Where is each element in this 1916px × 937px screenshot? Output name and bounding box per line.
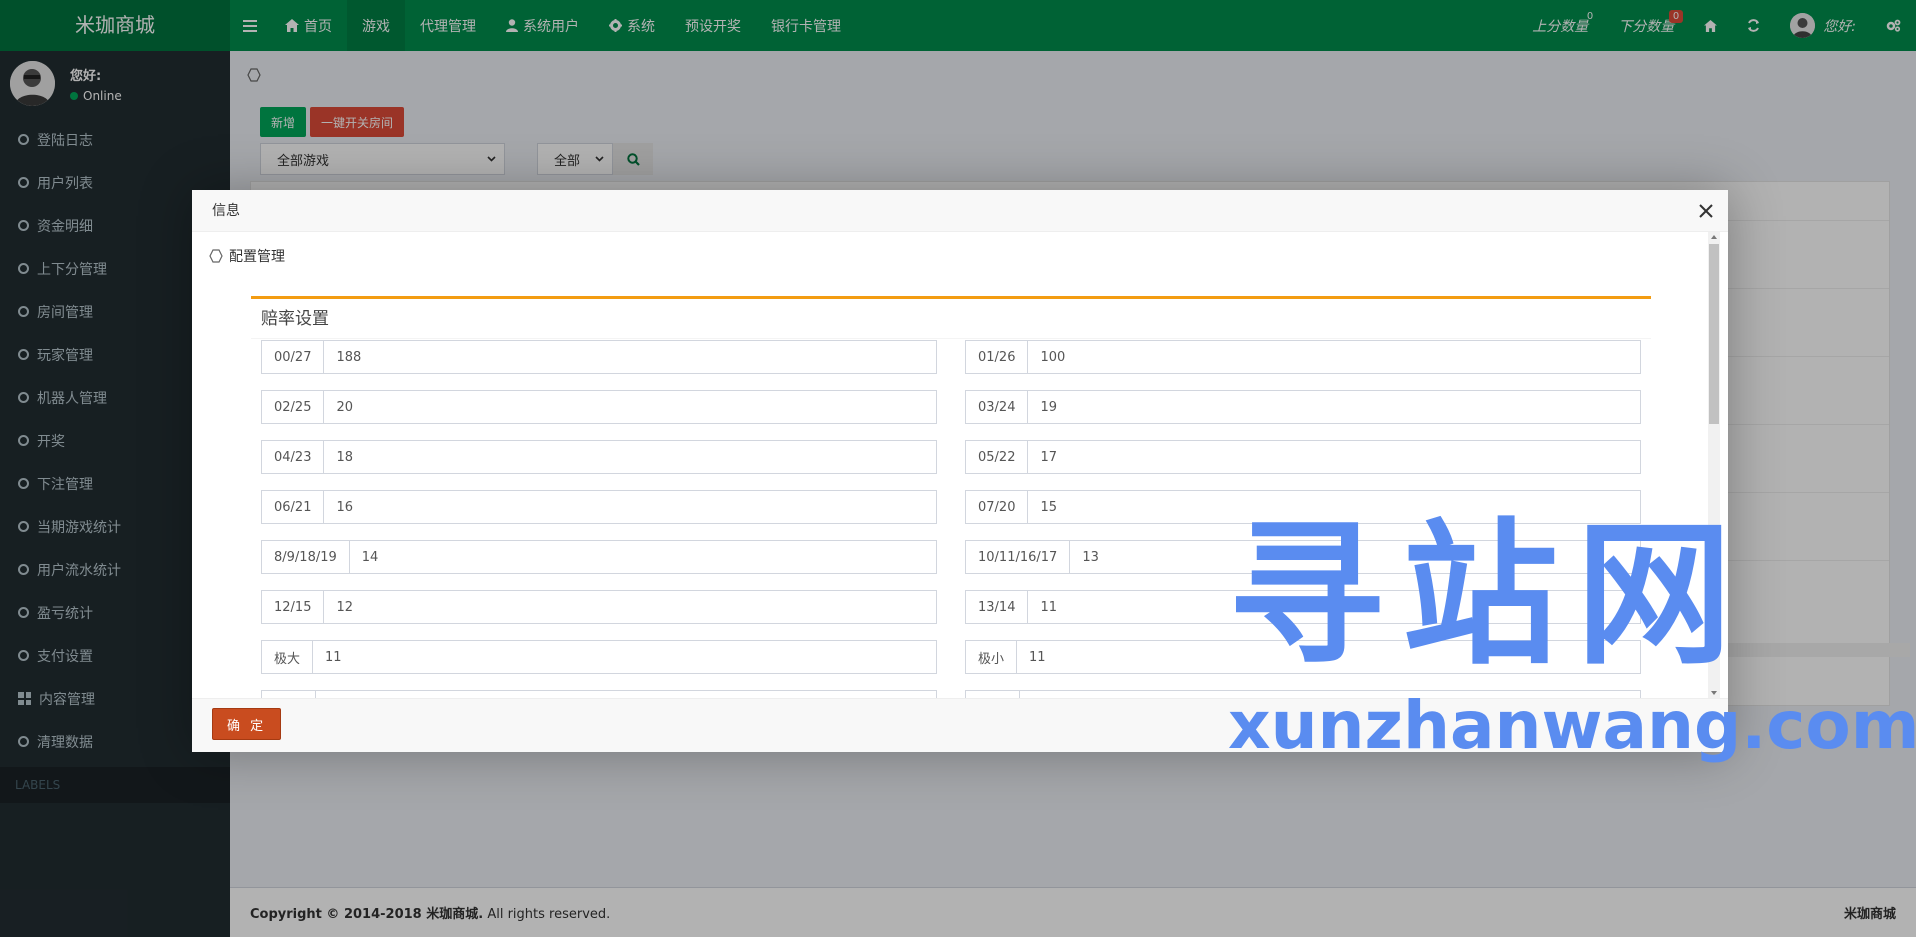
odds-value[interactable]: 16	[324, 491, 365, 523]
odds-field[interactable]: 05/22 17	[965, 440, 1641, 474]
odds-value[interactable]: 11	[1028, 591, 1069, 623]
odds-label	[966, 691, 1020, 698]
modal-footer: 确 定	[192, 698, 1728, 752]
scroll-down-icon[interactable]	[1711, 691, 1717, 695]
odds-label: 05/22	[966, 441, 1029, 473]
odds-field[interactable]: 00/27 188	[261, 340, 937, 374]
odds-value[interactable]: 18	[324, 441, 365, 473]
close-icon[interactable]	[1698, 203, 1714, 219]
odds-field[interactable]: 06/21 16	[261, 490, 937, 524]
odds-value[interactable]: 13	[1070, 541, 1111, 573]
scroll-thumb[interactable]	[1709, 244, 1719, 424]
hexagon-icon	[209, 249, 223, 263]
odds-field[interactable]: 03/24 19	[965, 390, 1641, 424]
confirm-button[interactable]: 确 定	[212, 708, 282, 740]
odds-field[interactable]: 13/14 11	[965, 590, 1641, 624]
modal-title: 信息	[212, 203, 240, 219]
odds-label: 极大	[262, 641, 314, 673]
odds-label	[262, 691, 316, 698]
odds-value[interactable]: 14	[350, 541, 391, 573]
odds-label: 01/26	[966, 341, 1029, 373]
odds-field[interactable]: 极小 11	[965, 640, 1641, 674]
odds-field[interactable]: 12/15 12	[261, 590, 937, 624]
odds-panel-title: 赔率设置	[251, 299, 1651, 339]
odds-label: 02/25	[262, 391, 325, 423]
scroll-up-icon[interactable]	[1711, 235, 1717, 239]
odds-value[interactable]	[1020, 691, 1044, 698]
odds-label: 06/21	[262, 491, 325, 523]
odds-label: 13/14	[966, 591, 1029, 623]
odds-field[interactable]: 10/11/16/17 13	[965, 540, 1641, 574]
odds-value[interactable]: 11	[1017, 641, 1058, 673]
odds-value[interactable]: 19	[1028, 391, 1069, 423]
odds-field[interactable]: 02/25 20	[261, 390, 937, 424]
odds-value[interactable]: 11	[313, 641, 354, 673]
odds-label: 00/27	[262, 341, 325, 373]
odds-value[interactable]: 20	[324, 391, 365, 423]
odds-label: 10/11/16/17	[966, 541, 1071, 573]
odds-field[interactable]: 极大 11	[261, 640, 937, 674]
modal-scrollbar[interactable]	[1708, 232, 1720, 698]
odds-label: 8/9/18/19	[262, 541, 350, 573]
odds-panel: 赔率设置	[251, 296, 1651, 339]
odds-grid: 00/27 188 01/26 100 02/25 20 03/24 19 04/23 1…	[261, 340, 1641, 698]
odds-field[interactable]: 01/26 100	[965, 340, 1641, 374]
modal-body: 配置管理 赔率设置 00/27 188 01/26 100 02/25 20 03/2…	[192, 232, 1728, 698]
odds-field[interactable]	[965, 690, 1641, 698]
config-title-label: 配置管理	[229, 249, 285, 265]
odds-value[interactable]: 15	[1028, 491, 1069, 523]
odds-label: 03/24	[966, 391, 1029, 423]
modal-header: 信息	[192, 190, 1728, 232]
odds-label: 12/15	[262, 591, 325, 623]
odds-value[interactable]: 17	[1028, 441, 1069, 473]
odds-value[interactable]: 100	[1028, 341, 1077, 373]
odds-value[interactable]: 12	[324, 591, 365, 623]
odds-value[interactable]: 188	[324, 341, 373, 373]
odds-value[interactable]	[316, 691, 340, 698]
odds-field[interactable]: 8/9/18/19 14	[261, 540, 937, 574]
info-modal: 信息 配置管理 赔率设置 00/27 188 01/26 100 02/25 20 0…	[192, 190, 1728, 752]
config-title: 配置管理	[209, 246, 285, 266]
odds-field[interactable]: 07/20 15	[965, 490, 1641, 524]
odds-label: 07/20	[966, 491, 1029, 523]
odds-label: 04/23	[262, 441, 325, 473]
odds-label: 极小	[966, 641, 1018, 673]
odds-field[interactable]	[261, 690, 937, 698]
odds-field[interactable]: 04/23 18	[261, 440, 937, 474]
